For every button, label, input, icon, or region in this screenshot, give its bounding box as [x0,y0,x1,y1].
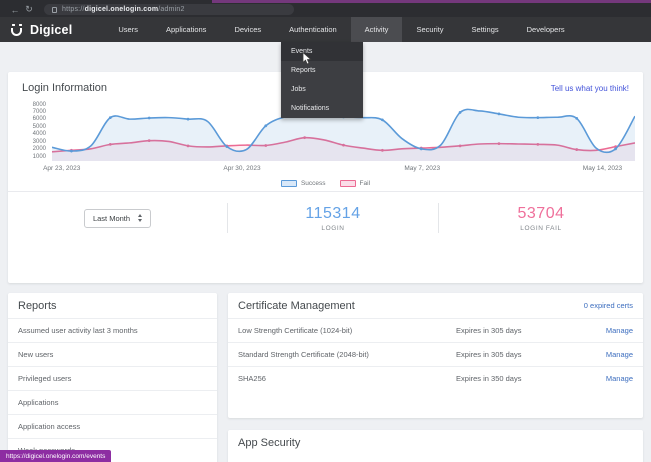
browser-back-icon[interactable]: ← [8,5,22,15]
login-count-label: LOGIN [321,225,344,232]
nav-item-settings[interactable]: Settings [458,17,513,42]
x-tick-label: May 14, 2023 [583,165,622,172]
menu-item-reports[interactable]: Reports [281,61,363,80]
activity-dropdown-menu: Events Reports Jobs Notifications [281,42,363,118]
y-tick-label: 8000 [33,102,46,108]
status-bar-link-preview: https://digicel.onelogin.com/events [0,450,111,462]
legend-swatch [340,180,356,187]
cert-row-standard-strength: Standard Strength Certificate (2048-bit)… [228,342,643,366]
login-information-title: Login Information [22,82,107,94]
url-text[interactable]: https://digicel.onelogin.com/admin2 [62,6,185,13]
expired-certs-link[interactable]: 0 expired certs [584,301,633,310]
legend-label: Fail [360,180,370,187]
cert-expires: Expires in 305 days [456,326,606,335]
cert-row-low-strength: Low Strength Certificate (1024-bit) Expi… [228,318,643,342]
reports-title: Reports [18,300,57,312]
date-range-value: Last Month [93,214,130,223]
address-bar[interactable]: https://digicel.onelogin.com/admin2 [44,4,294,15]
login-count: 115314 [305,205,360,223]
report-item-application-access[interactable]: Application access [8,414,217,438]
browser-bar: ← ↻ https://digicel.onelogin.com/admin2 [0,0,651,17]
nav-item-activity[interactable]: Activity [351,17,403,42]
nav-item-applications[interactable]: Applications [152,17,220,42]
nav-items: Users Applications Devices Authenticatio… [104,17,578,42]
browser-refresh-icon[interactable]: ↻ [22,4,36,15]
menu-item-jobs[interactable]: Jobs [281,80,363,99]
cert-manage-link[interactable]: Manage [606,326,633,335]
x-tick-label: Apr 30, 2023 [223,165,260,172]
report-item-privileged-users[interactable]: Privileged users [8,366,217,390]
legend-swatch [281,180,297,187]
login-fail-count: 53704 [518,205,565,223]
y-tick-label: 3000 [33,139,46,145]
nav-item-security[interactable]: Security [402,17,457,42]
chart-y-axis: 800070006000 50004000 30002000 1000 [16,102,52,164]
stepper-icon [138,214,142,222]
cert-manage-link[interactable]: Manage [606,374,633,383]
feedback-link[interactable]: Tell us what you think! [551,84,629,93]
certificate-management-title: Certificate Management [238,300,355,312]
app-nav-bar: Digicel Users Applications Devices Authe… [0,17,651,42]
legend-label: Success [301,180,326,187]
nav-item-users[interactable]: Users [104,17,152,42]
digicel-logo-icon [10,23,24,37]
nav-item-authentication[interactable]: Authentication [275,17,351,42]
cert-name: SHA256 [238,374,456,383]
y-tick-label: 6000 [33,116,46,122]
nav-item-developers[interactable]: Developers [513,17,579,42]
date-range-select[interactable]: Last Month [84,209,151,228]
login-fail-count-label: LOGIN FAIL [520,225,561,232]
app-security-card: App Security [228,430,643,462]
cert-name: Low Strength Certificate (1024-bit) [238,326,456,335]
reports-card: Reports Assumed user activity last 3 mon… [8,293,217,462]
legend-item-success: Success [281,180,326,187]
y-tick-label: 2000 [33,146,46,152]
report-item-assumed-user-activity[interactable]: Assumed user activity last 3 months [8,318,217,342]
legend-item-fail: Fail [340,180,370,187]
y-tick-label: 5000 [33,124,46,130]
chart-x-axis: Apr 23, 2023 Apr 30, 2023 May 7, 2023 May 1… [44,164,635,176]
cert-expires: Expires in 305 days [456,350,606,359]
menu-item-events[interactable]: Events [281,42,363,61]
y-tick-label: 4000 [33,131,46,137]
brand[interactable]: Digicel [0,23,86,37]
nav-item-devices[interactable]: Devices [220,17,275,42]
report-item-applications[interactable]: Applications [8,390,217,414]
site-info-icon[interactable] [52,7,57,13]
x-tick-label: Apr 23, 2023 [43,165,80,172]
chart-legend: Success Fail [8,176,643,191]
login-stats-row: Last Month 115314 LOGIN 53704 LOGIN FAIL [8,191,643,244]
cert-expires: Expires in 350 days [456,374,606,383]
x-tick-label: May 7, 2023 [404,165,440,172]
app-security-title: App Security [238,437,300,449]
menu-item-notifications[interactable]: Notifications [281,99,363,118]
mouse-cursor-icon [302,52,313,65]
cert-name: Standard Strength Certificate (2048-bit) [238,350,456,359]
brand-name: Digicel [30,23,72,37]
certificate-management-card: Certificate Management 0 expired certs L… [228,293,643,418]
cert-manage-link[interactable]: Manage [606,350,633,359]
y-tick-label: 1000 [33,154,46,160]
report-item-new-users[interactable]: New users [8,342,217,366]
y-tick-label: 7000 [33,109,46,115]
cert-row-sha256: SHA256 Expires in 350 days Manage [228,366,643,390]
